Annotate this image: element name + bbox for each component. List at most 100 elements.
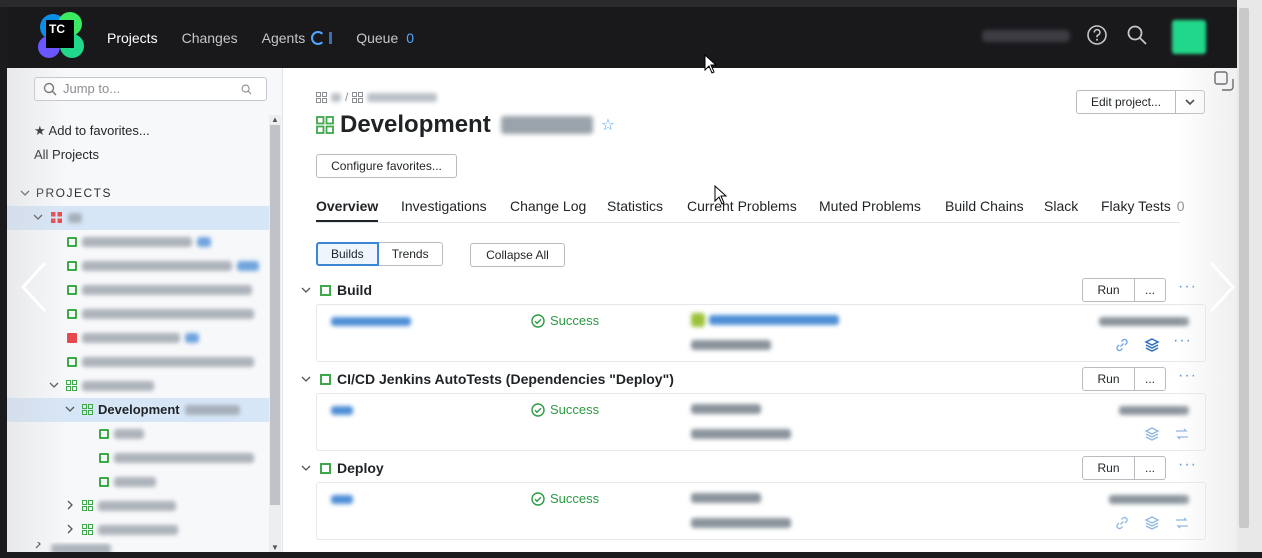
tab-flaky-tests[interactable]: Flaky Tests0 bbox=[1101, 198, 1185, 214]
build-card[interactable]: Success bbox=[316, 482, 1206, 540]
main-content: / Development ☆ Configure favorites... E… bbox=[284, 68, 1237, 552]
layers-icon[interactable] bbox=[1144, 515, 1160, 531]
viewer-scrollbar[interactable] bbox=[1237, 0, 1262, 558]
change-description-redacted[interactable] bbox=[709, 315, 839, 325]
build-name-redacted bbox=[82, 357, 254, 367]
teamcity-logo[interactable]: TC bbox=[34, 10, 84, 62]
logo-text: TC bbox=[46, 20, 74, 48]
layers-icon[interactable] bbox=[1144, 337, 1160, 353]
build-success-icon bbox=[320, 284, 331, 296]
nav-changes-label: Changes bbox=[181, 29, 238, 46]
run-options-button[interactable]: ... bbox=[1134, 456, 1166, 480]
tab-slack[interactable]: Slack bbox=[1044, 198, 1078, 214]
project-icon bbox=[66, 380, 77, 391]
run-options-button[interactable]: ... bbox=[1134, 367, 1166, 391]
builds-toggle[interactable]: Builds bbox=[316, 242, 379, 266]
project-icon bbox=[82, 404, 93, 415]
changes-redacted bbox=[691, 404, 761, 414]
link-icon[interactable] bbox=[1114, 337, 1130, 353]
run-button[interactable]: Run bbox=[1082, 367, 1135, 391]
agent-name-redacted bbox=[691, 518, 791, 528]
viewer-bottom-bar bbox=[0, 552, 1262, 558]
trends-toggle[interactable]: Trends bbox=[378, 242, 443, 266]
search-icon[interactable] bbox=[1126, 24, 1148, 46]
build-config-header[interactable]: Deploy bbox=[300, 460, 384, 476]
build-status-text: Success bbox=[550, 402, 600, 417]
tab-change-log[interactable]: Change Log bbox=[510, 198, 586, 214]
help-icon[interactable] bbox=[1086, 24, 1108, 46]
build-name-redacted bbox=[82, 333, 180, 343]
build-indicator bbox=[237, 261, 259, 271]
scroll-down-arrow-icon[interactable]: ▼ bbox=[269, 543, 281, 552]
changes-redacted bbox=[691, 493, 761, 503]
nav-changes[interactable]: Changes bbox=[182, 30, 238, 46]
viewer-top-bar bbox=[0, 0, 1262, 7]
run-options-button[interactable]: ... bbox=[1134, 278, 1166, 302]
expand-corner-icon[interactable] bbox=[1212, 69, 1236, 93]
breadcrumb-root-redacted[interactable] bbox=[331, 92, 341, 102]
chevron-down-icon[interactable] bbox=[300, 284, 312, 296]
build-name-redacted bbox=[114, 429, 144, 439]
breadcrumb-parent-redacted[interactable] bbox=[367, 92, 438, 102]
jump-to-input[interactable]: Jump to... bbox=[34, 77, 267, 101]
project-icon bbox=[316, 116, 334, 134]
tab-investigations[interactable]: Investigations bbox=[401, 198, 487, 214]
tab-build-chains[interactable]: Build Chains bbox=[945, 198, 1024, 214]
search-small-icon bbox=[241, 84, 252, 95]
nav-projects[interactable]: Projects bbox=[107, 30, 158, 46]
scroll-up-arrow-icon[interactable]: ▲ bbox=[269, 115, 281, 124]
viewer-scroll-thumb[interactable] bbox=[1239, 8, 1249, 528]
title-suffix-redacted bbox=[500, 116, 593, 134]
run-button[interactable]: Run bbox=[1082, 278, 1135, 302]
chevron-down-icon[interactable] bbox=[300, 462, 312, 474]
build-config-header[interactable]: CI/CD Jenkins AutoTests (Dependencies "D… bbox=[300, 371, 674, 387]
collapse-all-button[interactable]: Collapse All bbox=[470, 243, 565, 267]
user-name-redacted[interactable] bbox=[982, 30, 1070, 42]
user-avatar[interactable] bbox=[1172, 20, 1206, 54]
nav-agents[interactable]: Agents bbox=[262, 30, 333, 46]
configure-favorites-button[interactable]: Configure favorites... bbox=[316, 154, 457, 178]
build-success-icon bbox=[99, 429, 109, 439]
build-card[interactable]: Success bbox=[316, 393, 1206, 451]
build-card[interactable]: Success ··· bbox=[316, 304, 1206, 362]
build-number-redacted[interactable] bbox=[331, 317, 411, 326]
build-time-redacted bbox=[1099, 317, 1189, 326]
build-status[interactable]: Success bbox=[531, 402, 599, 417]
build-success-icon bbox=[320, 373, 331, 385]
tab-statistics[interactable]: Statistics bbox=[607, 198, 663, 214]
nav-projects-label: Projects bbox=[107, 29, 158, 46]
sidebar-scroll-thumb[interactable] bbox=[270, 125, 280, 505]
build-name-redacted bbox=[82, 237, 192, 247]
tab-muted-problems[interactable]: Muted Problems bbox=[819, 198, 921, 214]
build-success-icon bbox=[67, 285, 77, 295]
tab-overview[interactable]: Overview bbox=[316, 198, 379, 222]
build-name-redacted bbox=[82, 285, 252, 295]
tab-current-problems[interactable]: Current Problems bbox=[687, 198, 797, 214]
link-icon[interactable] bbox=[1114, 515, 1130, 531]
build-number-redacted[interactable] bbox=[331, 495, 353, 504]
chevron-down-icon[interactable] bbox=[300, 373, 312, 385]
project-suffix-redacted bbox=[185, 405, 240, 415]
build-config-header[interactable]: Build bbox=[300, 282, 372, 298]
breadcrumb-separator: / bbox=[345, 90, 349, 104]
build-config-name: CI/CD Jenkins AutoTests (Dependencies "D… bbox=[337, 371, 674, 387]
next-arrow-icon[interactable] bbox=[1207, 259, 1237, 315]
build-status[interactable]: Success bbox=[531, 491, 599, 506]
success-check-icon bbox=[531, 491, 545, 506]
layers-icon[interactable] bbox=[1144, 426, 1160, 442]
sidebar-scrollbar[interactable]: ▲ ▼ bbox=[269, 115, 281, 552]
build-status-text: Success bbox=[550, 313, 600, 328]
previous-arrow-icon[interactable] bbox=[19, 259, 49, 315]
build-success-icon bbox=[99, 453, 109, 463]
page-title-text: Development bbox=[340, 111, 491, 138]
favorite-star-icon[interactable]: ☆ bbox=[601, 115, 615, 135]
nav-agents-label: Agents bbox=[261, 29, 306, 46]
build-number-redacted[interactable] bbox=[331, 406, 353, 415]
build-status[interactable]: Success bbox=[531, 313, 599, 328]
edit-project-button[interactable]: Edit project... bbox=[1076, 90, 1176, 114]
nav-queue[interactable]: Queue 0 bbox=[356, 30, 414, 46]
project-icon bbox=[352, 91, 364, 103]
build-name-redacted bbox=[114, 477, 156, 487]
run-button[interactable]: Run bbox=[1082, 456, 1135, 480]
build-indicator bbox=[185, 333, 199, 343]
